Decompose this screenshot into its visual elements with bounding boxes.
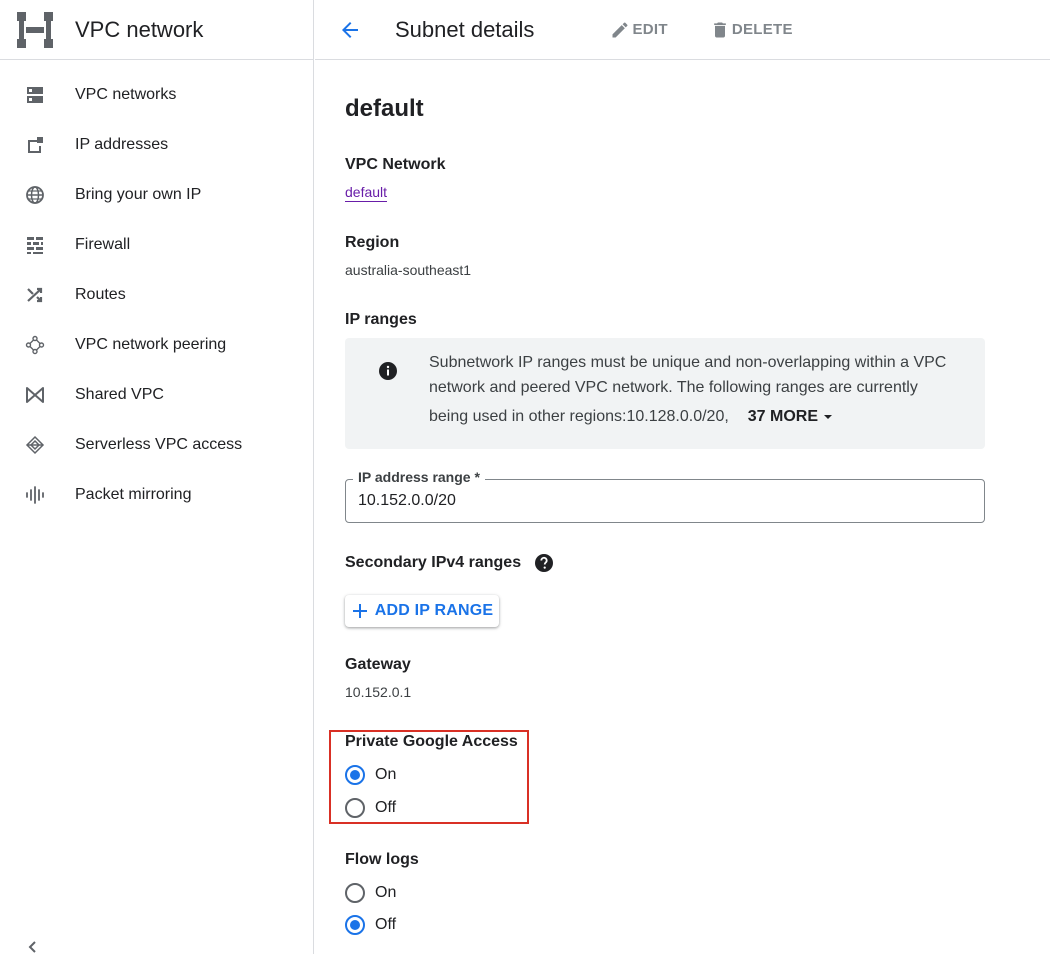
sidebar-item-label: Shared VPC — [75, 386, 164, 403]
edit-button[interactable]: EDIT — [610, 20, 668, 40]
secondary-ranges-label: Secondary IPv4 ranges — [345, 554, 522, 572]
plus-icon — [352, 604, 367, 618]
collapse-sidebar-icon[interactable] — [26, 940, 40, 954]
sidebar-item-label: VPC network peering — [75, 336, 227, 353]
shared-vpc-icon — [24, 384, 46, 406]
pencil-icon — [612, 21, 628, 37]
sidebar-header: VPC network — [0, 0, 313, 60]
edit-label: EDIT — [632, 21, 668, 38]
info-text: Subnetwork IP ranges must be unique and … — [429, 350, 969, 429]
flow-off-option[interactable]: Off — [345, 915, 396, 935]
vpc-network-link[interactable]: default — [345, 184, 388, 202]
peering-icon — [24, 334, 46, 356]
page-title: Subnet details — [395, 16, 535, 42]
sidebar-item-bring-your-own-ip[interactable]: Bring your own IP — [0, 170, 313, 220]
info-line: being used in other regions:10.128.0.0/2… — [429, 404, 969, 429]
sidebar-item-label: Firewall — [75, 236, 131, 253]
routes-icon — [24, 284, 46, 306]
region-label: Region — [345, 234, 400, 251]
sidebar-item-routes[interactable]: Routes — [0, 270, 313, 320]
sidebar-item-serverless-vpc-access[interactable]: Serverless VPC access — [0, 420, 313, 470]
delete-button[interactable]: DELETE — [710, 20, 793, 40]
region-value: australia-southeast1 — [345, 262, 472, 278]
info-line: Subnetwork IP ranges must be unique and … — [429, 354, 947, 371]
serverless-icon — [24, 434, 46, 456]
more-ranges-button[interactable]: 37 MORE — [748, 404, 836, 429]
add-ip-range-label: ADD IP RANGE — [374, 602, 494, 619]
ip-address-range-label: IP address range * — [353, 469, 485, 485]
sidebar-nav: VPC networks IP addresses Bring your own… — [0, 60, 313, 520]
add-ip-range-button[interactable]: ADD IP RANGE — [345, 595, 499, 627]
vpc-networks-icon — [24, 84, 46, 106]
sidebar-item-label: VPC networks — [75, 86, 177, 103]
flow-on-label: On — [375, 884, 397, 901]
sidebar-item-firewall[interactable]: Firewall — [0, 220, 313, 270]
sidebar-item-shared-vpc[interactable]: Shared VPC — [0, 370, 313, 420]
arrow-back-icon — [342, 21, 358, 38]
flow-on-radio[interactable] — [345, 883, 365, 903]
sidebar-item-label: IP addresses — [75, 136, 169, 153]
gateway-value: 10.152.0.1 — [345, 684, 412, 700]
more-ranges-label: 37 MORE — [747, 408, 819, 425]
sidebar-item-vpc-networks[interactable]: VPC networks — [0, 70, 313, 120]
caret-down-icon — [824, 414, 833, 419]
globe-icon — [24, 184, 46, 206]
sidebar-title: VPC network — [75, 16, 204, 42]
ip-address-range-input[interactable] — [358, 490, 958, 512]
sidebar: VPC network VPC networks IP addresses Br… — [0, 0, 314, 954]
info-icon — [379, 362, 397, 380]
flow-off-radio[interactable] — [345, 915, 365, 935]
gateway-label: Gateway — [345, 656, 411, 673]
flow-on-option[interactable]: On — [345, 883, 396, 903]
vpc-network-label: VPC Network — [345, 156, 446, 173]
sidebar-item-packet-mirroring[interactable]: Packet mirroring — [0, 470, 313, 520]
flow-off-label: Off — [375, 916, 397, 933]
top-bar: Subnet details EDIT DELETE — [315, 0, 1050, 60]
firewall-icon — [24, 234, 46, 256]
packet-mirroring-icon — [24, 484, 46, 506]
ip-ranges-info-box: Subnetwork IP ranges must be unique and … — [345, 338, 985, 449]
private-google-access-highlight — [329, 730, 529, 824]
delete-label: DELETE — [731, 21, 793, 38]
sidebar-item-label: Packet mirroring — [75, 486, 192, 503]
flow-logs-label: Flow logs — [345, 851, 419, 868]
ip-address-range-field: IP address range * — [345, 469, 985, 523]
back-button[interactable] — [338, 18, 362, 42]
vpc-logo-icon — [17, 11, 53, 48]
sidebar-item-ip-addresses[interactable]: IP addresses — [0, 120, 313, 170]
help-icon[interactable] — [534, 553, 554, 573]
ip-addresses-icon — [24, 134, 46, 156]
subnet-name-heading: default — [345, 95, 424, 122]
secondary-ranges-heading: Secondary IPv4 ranges — [345, 553, 554, 573]
sidebar-item-label: Bring your own IP — [75, 186, 202, 203]
info-line: network and peered VPC network. The foll… — [429, 379, 918, 396]
sidebar-item-label: Routes — [75, 286, 126, 303]
sidebar-item-vpc-network-peering[interactable]: VPC network peering — [0, 320, 313, 370]
trash-icon — [713, 22, 726, 37]
sidebar-item-label: Serverless VPC access — [75, 436, 243, 453]
used-ranges-text: being used in other regions:10.128.0.0/2… — [429, 408, 729, 425]
ip-ranges-label: IP ranges — [345, 311, 417, 328]
